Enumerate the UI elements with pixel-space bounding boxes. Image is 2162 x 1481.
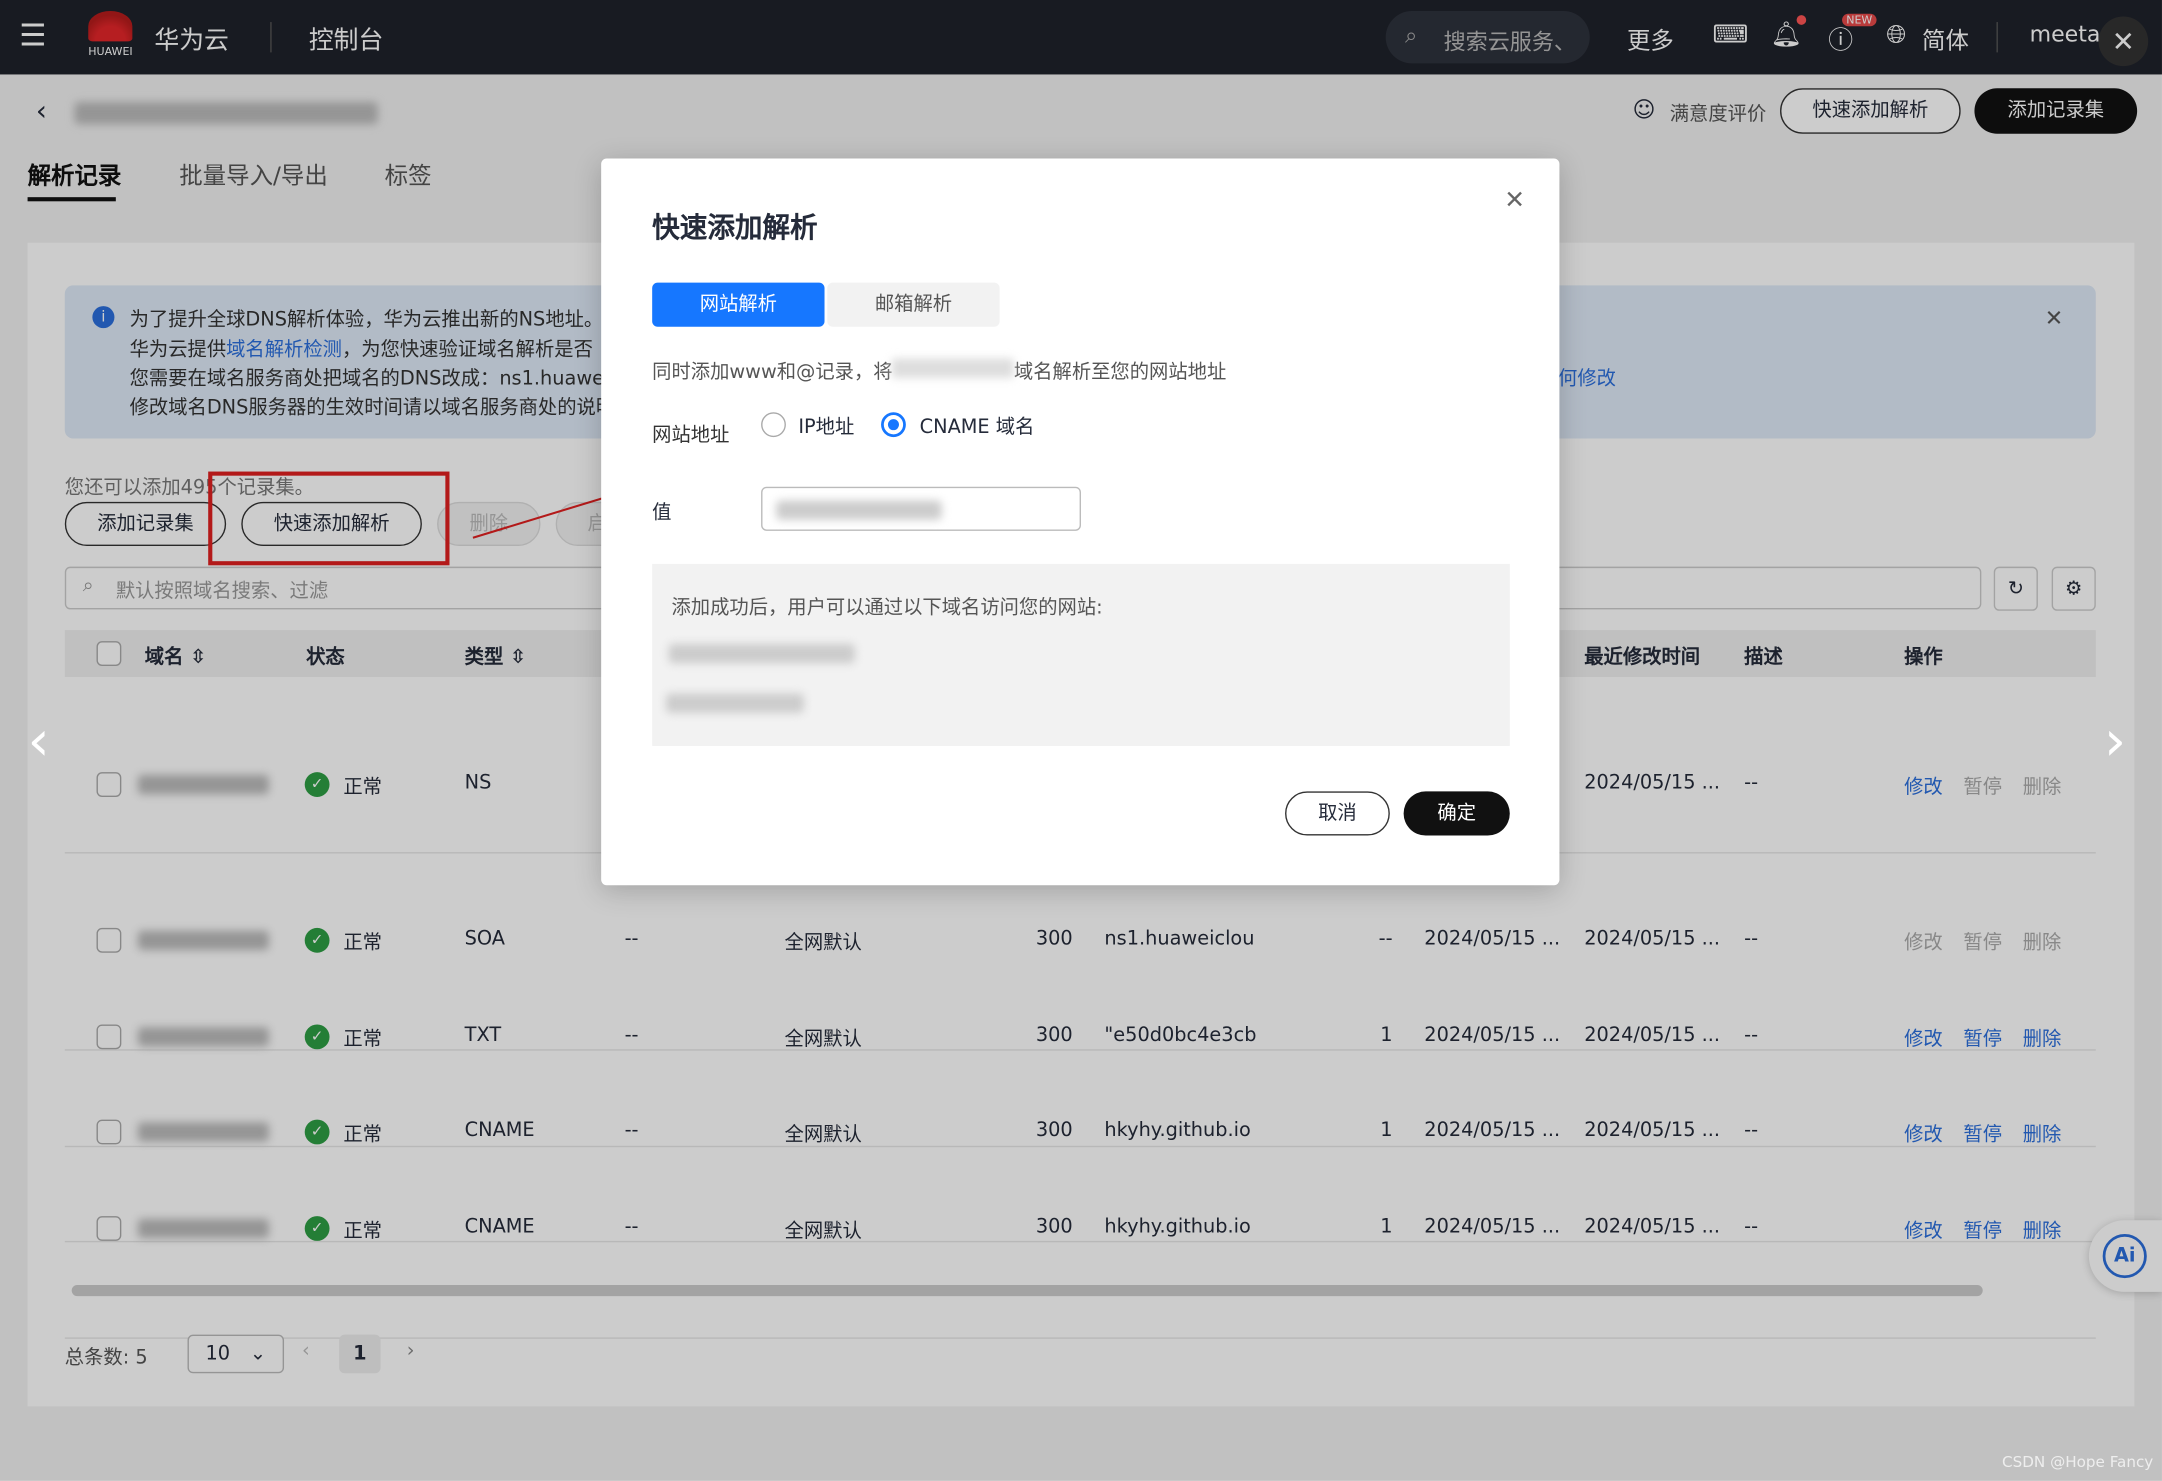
tab-email[interactable]: 邮箱解析 — [827, 282, 1000, 327]
prev-arrow-icon[interactable]: ‹ — [28, 710, 50, 773]
cancel-button[interactable]: 取消 — [1285, 791, 1390, 836]
dialog-title: 快速添加解析 — [652, 210, 818, 245]
next-arrow-icon[interactable]: › — [2104, 710, 2126, 773]
tab-website[interactable]: 网站解析 — [652, 282, 825, 327]
watermark: CSDN @Hope Fancy — [2002, 1453, 2154, 1472]
close-icon[interactable]: ✕ — [1504, 186, 1525, 215]
quick-add-dialog: 快速添加解析 ✕ 网站解析 邮箱解析 同时添加www和@记录，将 域名解析至您的网… — [601, 158, 1560, 886]
value-input[interactable] — [761, 486, 1081, 531]
radio-ip[interactable] — [761, 412, 786, 438]
radio-cname[interactable] — [881, 412, 906, 438]
preview-box: 添加成功后，用户可以通过以下域名访问您的网站: — [652, 563, 1510, 746]
confirm-button[interactable]: 确定 — [1403, 791, 1510, 836]
